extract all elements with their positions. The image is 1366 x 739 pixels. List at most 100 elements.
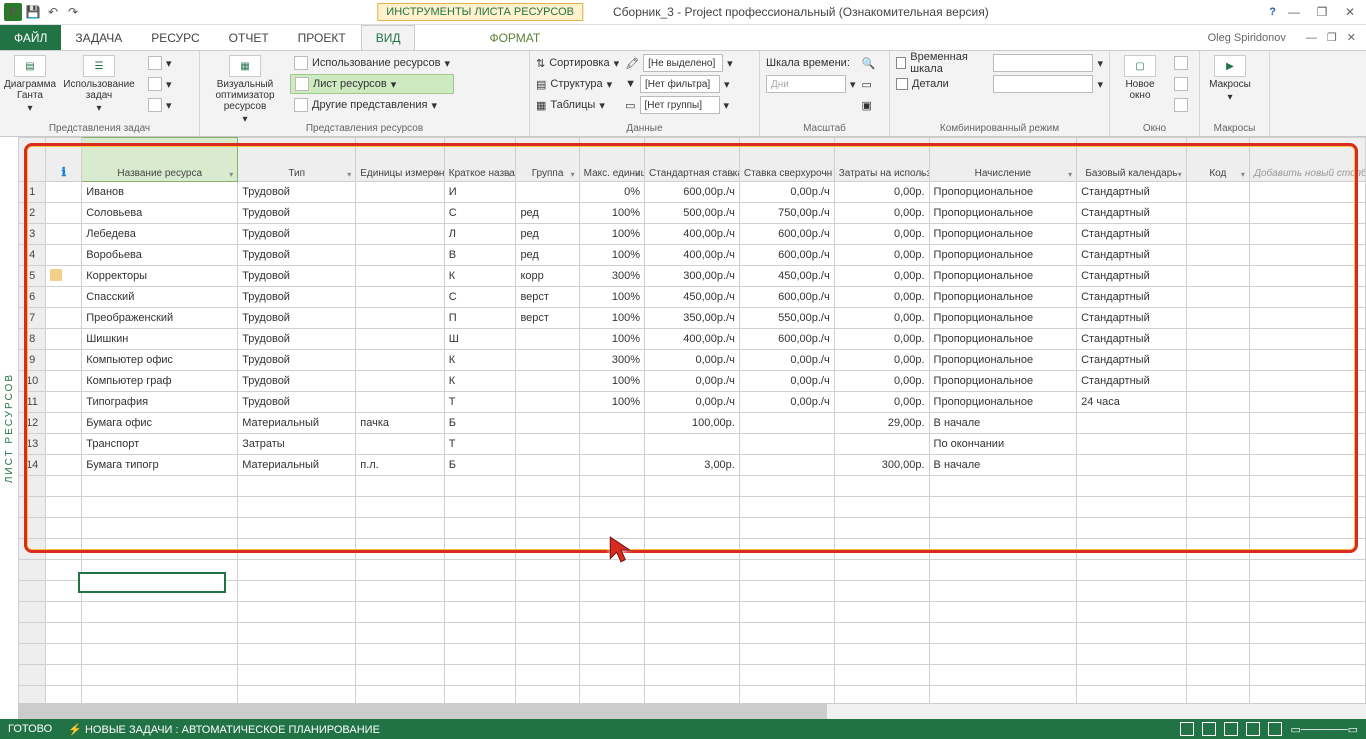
col-header[interactable]: Начисление▾ [929,138,1077,182]
struct-button[interactable]: ▤Структура ▾ [536,74,619,94]
titlebar: P 💾 ↶ ↷ ИНСТРУМЕНТЫ ЛИСТА РЕСУРСОВ Сборн… [0,0,1366,25]
group-task-views: Представления задач [0,123,199,134]
details-checkbox[interactable]: Детали [896,74,987,94]
win-close-icon[interactable]: ✕ [1347,31,1356,44]
table-row[interactable] [19,476,1366,497]
filter-select[interactable]: ▼[Нет фильтра]▾ [625,74,733,94]
tab-project[interactable]: ПРОЕКТ [284,25,361,50]
group-select[interactable]: ▭[Нет группы]▾ [625,95,733,115]
gantt-button[interactable]: ▤Диаграмма Ганта▾ [6,53,54,114]
table-row[interactable]: 1ИвановТрудовойИ0%600,00р./ч0,00р./ч0,00… [19,182,1366,203]
timescale-select[interactable]: Дни▾ [766,74,856,94]
timeline-checkbox[interactable]: Временная шкала [896,53,987,73]
minimize-icon[interactable]: — [1284,5,1304,19]
arrange-icon[interactable] [1170,53,1192,73]
tables-button[interactable]: ▦Таблицы ▾ [536,95,619,115]
col-header[interactable]: Затраты на использ.▾ [834,138,929,182]
resource-sheet-button[interactable]: Лист ресурсов ▾ [290,74,454,94]
col-header[interactable]: Макс. единиц▾ [579,138,644,182]
zoom-selected-icon[interactable]: ▭ [862,74,876,94]
col-header[interactable]: Краткое названи▾ [444,138,516,182]
qa-undo-icon[interactable]: ↶ [44,3,62,21]
macros-button[interactable]: ▶Макросы▾ [1206,53,1254,103]
table-row[interactable] [19,602,1366,623]
qa-save-icon[interactable]: 💾 [24,3,42,21]
visual-optimizer-button[interactable]: ▦Визуальный оптимизатор ресурсов▾ [206,53,284,125]
view-sheet-icon[interactable] [1224,722,1238,736]
resource-sheet[interactable]: ℹНазвание ресурса▾Тип▾Единицы измерения … [18,137,1366,719]
win-minimize-icon[interactable]: — [1306,32,1317,44]
table-row[interactable]: 5КорректорыТрудовойКкорр300%300,00р./ч45… [19,266,1366,287]
table-row[interactable] [19,623,1366,644]
col-header[interactable]: Стандартная ставка▾ [645,138,740,182]
col-header[interactable] [19,138,46,182]
zoom-in-icon[interactable]: 🔍 [862,53,876,73]
hide-icon[interactable] [1170,74,1192,94]
table-row[interactable]: 4ВоробьеваТрудовойВред100%400,00р./ч600,… [19,245,1366,266]
tab-resource[interactable]: РЕСУРС [137,25,214,50]
zoom-all-icon[interactable]: ▣ [862,95,876,115]
table-row[interactable]: 10Компьютер графТрудовойК100%0,00р./ч0,0… [19,371,1366,392]
horizontal-scrollbar[interactable] [18,703,1366,719]
other-resource-views-button[interactable]: Другие представления ▾ [290,95,454,115]
network-diagram-button[interactable]: ▾ [144,53,176,73]
other-res-views-icon [294,98,308,112]
col-header[interactable]: ℹ [46,138,82,182]
col-header[interactable]: Добавить новый столбец [1249,138,1365,182]
split-icon[interactable] [1170,95,1192,115]
table-row[interactable] [19,665,1366,686]
table-row[interactable]: 6СпасскийТрудовойСверст100%450,00р./ч600… [19,287,1366,308]
zoom-slider[interactable]: ▭──────▭ [1290,723,1358,736]
win-restore-icon[interactable]: ❐ [1327,31,1337,44]
col-header[interactable]: Тип▾ [238,138,356,182]
resource-usage-button[interactable]: Использование ресурсов ▾ [290,53,454,73]
col-header[interactable]: Группа▾ [516,138,579,182]
view-report-icon[interactable] [1268,722,1282,736]
tab-task[interactable]: ЗАДАЧА [61,25,137,50]
table-row[interactable]: 11ТипографияТрудовойТ100%0,00р./ч0,00р./… [19,392,1366,413]
table-row[interactable] [19,497,1366,518]
qa-redo-icon[interactable]: ↷ [64,3,82,21]
other-task-views-button[interactable]: ▾ [144,95,176,115]
table-row[interactable]: 9Компьютер офисТрудовойК300%0,00р./ч0,00… [19,350,1366,371]
details-select[interactable]: ▾ [993,74,1103,94]
col-header[interactable]: Единицы измерения материалов▾ [356,138,445,182]
status-ready: ГОТОВО [8,723,52,735]
restore-icon[interactable]: ❐ [1312,5,1332,19]
tables-icon: ▦ [536,99,546,112]
calendar-button[interactable]: ▾ [144,74,176,94]
view-usage-icon[interactable] [1202,722,1216,736]
table-row[interactable]: 14Бумага типогрМатериальныйп.л.Б3,00р.30… [19,455,1366,476]
col-header[interactable]: Название ресурса▾ [82,138,238,182]
user-name[interactable]: Oleg Spiridonov [1208,32,1286,44]
timeline-select[interactable]: ▾ [993,53,1103,73]
close-icon[interactable]: ✕ [1340,5,1360,19]
table-row[interactable] [19,539,1366,560]
tab-file[interactable]: ФАЙЛ [0,25,61,50]
new-window-button[interactable]: ▢Новое окно [1116,53,1164,101]
view-team-icon[interactable] [1246,722,1260,736]
table-row[interactable]: 13ТранспортЗатратыТПо окончании [19,434,1366,455]
task-usage-button[interactable]: ☰Использование задач▾ [60,53,138,114]
table-row[interactable]: 3ЛебедеваТрудовойЛред100%400,00р./ч600,0… [19,224,1366,245]
table-row[interactable]: 7ПреображенскийТрудовойПверст100%350,00р… [19,308,1366,329]
table-row[interactable] [19,644,1366,665]
tab-report[interactable]: ОТЧЕТ [215,25,284,50]
col-header[interactable]: Код▾ [1186,138,1249,182]
col-header[interactable]: Ставка сверхурочн▾ [739,138,834,182]
col-header[interactable]: Базовый календарь▾ [1077,138,1187,182]
highlight-select[interactable]: 🖍[Не выделено]▾ [625,53,733,73]
tab-format[interactable]: ФОРМАТ [475,25,555,50]
status-auto[interactable]: ⚡ НОВЫЕ ЗАДАЧИ : АВТОМАТИЧЕСКОЕ ПЛАНИРОВ… [68,723,380,736]
table-row[interactable] [19,581,1366,602]
table-row[interactable]: 12Бумага офисМатериальныйпачкаБ100,00р.2… [19,413,1366,434]
table-row[interactable]: 8ШишкинТрудовойШ100%400,00р./ч600,00р./ч… [19,329,1366,350]
table-row[interactable]: 2СоловьеваТрудовойСред100%500,00р./ч750,… [19,203,1366,224]
help-icon[interactable]: ? [1269,6,1276,18]
sort-button[interactable]: ⇅Сортировка ▾ [536,53,619,73]
view-gantt-icon[interactable] [1180,722,1194,736]
tab-view[interactable]: ВИД [361,25,416,50]
resource-usage-icon [294,56,308,70]
table-row[interactable] [19,518,1366,539]
table-row[interactable] [19,560,1366,581]
